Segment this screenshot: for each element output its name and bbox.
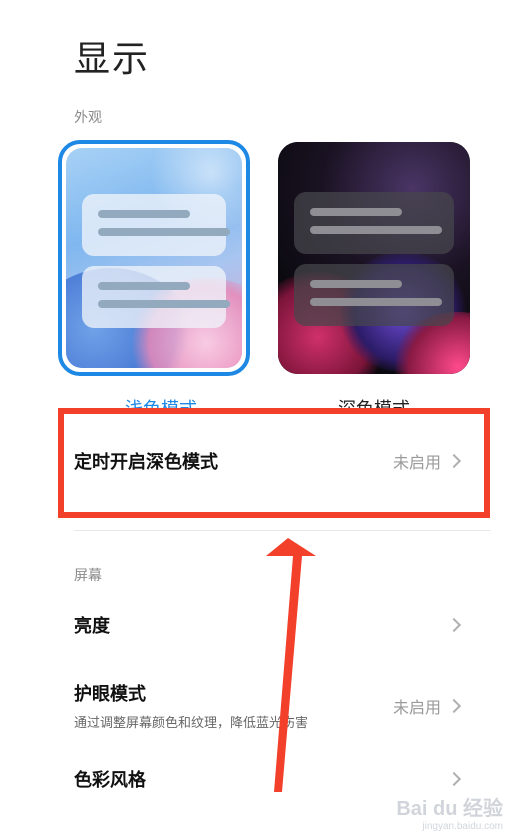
brightness-row[interactable]: 亮度 <box>74 612 463 638</box>
chevron-right-icon <box>446 617 462 633</box>
section-label-screen: 屏幕 <box>74 568 102 584</box>
row-title: 定时开启深色模式 <box>74 452 218 473</box>
watermark-sub: jingyan.baidu.com <box>422 821 503 832</box>
preview-card <box>82 194 230 256</box>
divider <box>74 530 491 531</box>
preview-card <box>82 266 230 328</box>
light-mode-card[interactable] <box>58 140 250 376</box>
watermark-main: Bai du 经验 <box>396 798 503 820</box>
color-style-row[interactable]: 色彩风格 <box>74 766 463 792</box>
row-title: 护眼模式 <box>74 684 146 705</box>
preview-card <box>294 192 454 254</box>
chevron-right-icon <box>446 771 462 787</box>
baidu-watermark: Bai du 经验 jingyan.baidu.com <box>396 792 503 832</box>
chevron-right-icon <box>446 698 462 713</box>
preview-card <box>294 264 454 326</box>
eye-care-row[interactable]: 护眼模式 通过调整屏幕颜色和纹理，降低蓝光伤害 未启用 <box>74 680 463 731</box>
chevron-right-icon <box>446 453 462 469</box>
row-title: 亮度 <box>74 616 110 637</box>
row-subtitle: 通过调整屏幕颜色和纹理，降低蓝光伤害 <box>74 716 309 731</box>
row-title: 色彩风格 <box>74 770 146 791</box>
status-value: 未启用 <box>392 453 441 472</box>
scheduled-dark-mode-row[interactable]: 定时开启深色模式 未启用 <box>74 448 463 474</box>
dark-mode-card[interactable] <box>278 142 470 374</box>
section-label-appearance: 外观 <box>74 110 102 126</box>
page-title: 显示 <box>74 39 151 80</box>
status-value: 未启用 <box>392 697 441 717</box>
